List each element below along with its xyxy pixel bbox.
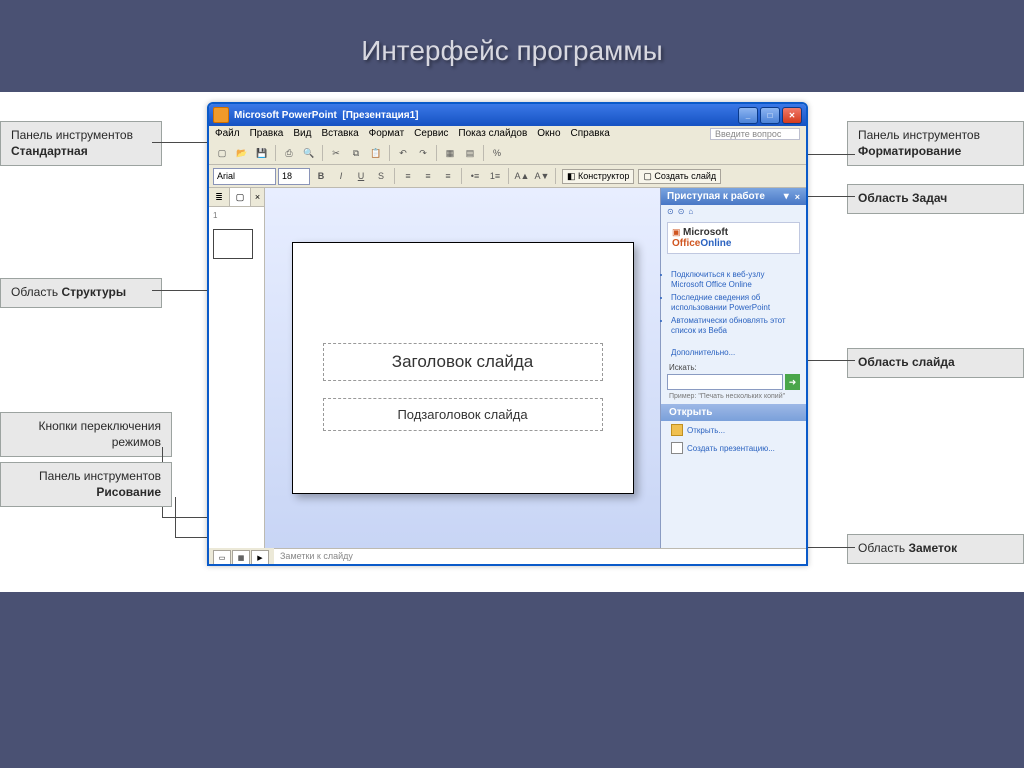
task-pane-header[interactable]: Приступая к работе ▾ × bbox=[661, 188, 806, 205]
redo-icon[interactable]: ↷ bbox=[414, 144, 432, 162]
cut-icon[interactable]: ✂ bbox=[327, 144, 345, 162]
app-icon bbox=[213, 107, 229, 123]
menu-format[interactable]: Формат bbox=[369, 128, 405, 140]
menu-window[interactable]: Окно bbox=[537, 128, 560, 140]
save-icon[interactable]: 💾 bbox=[253, 144, 271, 162]
menu-insert[interactable]: Вставка bbox=[321, 128, 358, 140]
open-file-link[interactable]: Открыть... bbox=[661, 421, 806, 439]
search-label: Искать: bbox=[661, 361, 806, 372]
font-size-box[interactable]: 18 bbox=[278, 168, 310, 185]
menu-view[interactable]: Вид bbox=[293, 128, 311, 140]
leader-line bbox=[175, 537, 210, 538]
tp-more-link[interactable]: Дополнительно... bbox=[661, 348, 806, 361]
align-right-icon[interactable]: ≡ bbox=[439, 167, 457, 185]
help-question-box[interactable]: Введите вопрос bbox=[710, 128, 800, 140]
slideshow-view-button[interactable]: ▶ bbox=[251, 550, 269, 566]
outline-tab-text[interactable]: ≣ bbox=[209, 188, 230, 206]
task-pane-search-input[interactable] bbox=[667, 374, 783, 390]
outline-tab-slides[interactable]: ▢ bbox=[230, 188, 251, 206]
callout-task-pane: Область Задач bbox=[847, 184, 1024, 214]
copy-icon[interactable]: ⧉ bbox=[347, 144, 365, 162]
title-bar[interactable]: Microsoft PowerPoint [Презентация1] _ □ … bbox=[209, 104, 806, 126]
outline-tab-close[interactable]: × bbox=[251, 188, 264, 206]
leader-line bbox=[152, 142, 207, 143]
task-pane-nav[interactable]: ⊙⊙⌂ bbox=[661, 205, 806, 218]
title-text: Microsoft PowerPoint [Презентация1] bbox=[234, 110, 736, 121]
office-online-box[interactable]: ▣ MicrosoftOfficeOnline bbox=[667, 222, 800, 254]
new-icon[interactable]: ▢ bbox=[213, 144, 231, 162]
tp-link[interactable]: Автоматически обновлять этот список из В… bbox=[671, 316, 796, 336]
search-go-button[interactable]: ➜ bbox=[785, 374, 800, 390]
leader-line bbox=[162, 517, 212, 518]
shadow-icon[interactable]: S bbox=[372, 167, 390, 185]
slide-thumbnail[interactable] bbox=[213, 229, 253, 259]
underline-icon[interactable]: U bbox=[352, 167, 370, 185]
callout-standard-toolbar: Панель инструментовСтандартная bbox=[0, 121, 162, 166]
preview-icon[interactable]: 🔍 bbox=[300, 144, 318, 162]
diagram-canvas: Панель инструментовСтандартная Область С… bbox=[0, 92, 1024, 592]
chart-icon[interactable]: ▦ bbox=[441, 144, 459, 162]
standard-toolbar: ▢ 📂 💾 ⎙ 🔍 ✂ ⧉ 📋 ↶ ↷ ▦ ▤ % bbox=[209, 142, 806, 165]
slide-canvas[interactable]: Заголовок слайда Подзаголовок слайда bbox=[292, 242, 634, 494]
callout-outline-area: Область Структуры bbox=[0, 278, 162, 308]
callout-view-buttons: Кнопки переключениярежимов bbox=[0, 412, 172, 457]
work-area: ≣ ▢ × 1 Заголовок слайда Подзаголовок сл… bbox=[209, 188, 806, 548]
powerpoint-window: Microsoft PowerPoint [Презентация1] _ □ … bbox=[207, 102, 808, 566]
italic-icon[interactable]: I bbox=[332, 167, 350, 185]
open-icon[interactable]: 📂 bbox=[233, 144, 251, 162]
outline-pane[interactable]: ≣ ▢ × 1 bbox=[209, 188, 265, 548]
menu-file[interactable]: Файл bbox=[215, 128, 240, 140]
leader-line bbox=[175, 497, 176, 537]
close-button[interactable]: ✕ bbox=[782, 107, 802, 124]
folder-icon bbox=[671, 424, 683, 436]
bold-icon[interactable]: B bbox=[312, 167, 330, 185]
bullets-icon[interactable]: •≡ bbox=[466, 167, 484, 185]
task-pane-links: Подключиться к веб-узлу Microsoft Office… bbox=[661, 267, 806, 339]
font-name-box[interactable]: Arial bbox=[213, 168, 276, 185]
menu-edit[interactable]: Правка bbox=[250, 128, 284, 140]
tp-link[interactable]: Подключиться к веб-узлу Microsoft Office… bbox=[671, 270, 796, 290]
increase-font-icon[interactable]: A▲ bbox=[513, 167, 531, 185]
new-presentation-link[interactable]: Создать презентацию... bbox=[661, 439, 806, 457]
table-icon[interactable]: ▤ bbox=[461, 144, 479, 162]
subtitle-placeholder[interactable]: Подзаголовок слайда bbox=[323, 398, 603, 431]
align-center-icon[interactable]: ≡ bbox=[419, 167, 437, 185]
normal-view-button[interactable]: ▭ bbox=[213, 550, 231, 566]
callout-formatting-toolbar: Панель инструментовФорматирование bbox=[847, 121, 1024, 166]
minimize-button[interactable]: _ bbox=[738, 107, 758, 124]
menu-bar: Файл Правка Вид Вставка Формат Сервис По… bbox=[209, 126, 806, 142]
print-icon[interactable]: ⎙ bbox=[280, 144, 298, 162]
leader-line bbox=[800, 196, 855, 197]
new-slide-button[interactable]: ▢ Создать слайд bbox=[638, 169, 721, 184]
search-example: Пример: "Печать нескольких копий" bbox=[661, 392, 806, 404]
task-pane-close-icon[interactable]: × bbox=[795, 192, 800, 202]
notes-pane[interactable]: Заметки к слайду bbox=[274, 548, 806, 566]
slide-area[interactable]: Заголовок слайда Подзаголовок слайда bbox=[265, 188, 660, 548]
title-placeholder[interactable]: Заголовок слайда bbox=[323, 343, 603, 381]
undo-icon[interactable]: ↶ bbox=[394, 144, 412, 162]
align-left-icon[interactable]: ≡ bbox=[399, 167, 417, 185]
task-pane-open-header: Открыть bbox=[661, 404, 806, 421]
view-buttons: ▭ ▦ ▶ bbox=[209, 548, 274, 566]
task-pane: Приступая к работе ▾ × ⊙⊙⌂ ▣ MicrosoftOf… bbox=[660, 188, 806, 548]
menu-help[interactable]: Справка bbox=[571, 128, 610, 140]
menu-slideshow[interactable]: Показ слайдов bbox=[458, 128, 527, 140]
formatting-toolbar: Arial 18 B I U S ≡ ≡ ≡ •≡ 1≡ A▲ A▼ ◧ Кон… bbox=[209, 165, 806, 188]
decrease-font-icon[interactable]: A▼ bbox=[533, 167, 551, 185]
callout-slide-area: Область слайда bbox=[847, 348, 1024, 378]
thumb-number: 1 bbox=[213, 211, 217, 220]
callout-drawing-toolbar: Панель инструментовРисование bbox=[0, 462, 172, 507]
numbering-icon[interactable]: 1≡ bbox=[486, 167, 504, 185]
tp-link[interactable]: Последние сведения об использовании Powe… bbox=[671, 293, 796, 313]
menu-tools[interactable]: Сервис bbox=[414, 128, 448, 140]
zoom-icon[interactable]: % bbox=[488, 144, 506, 162]
callout-notes-area: Область Заметок bbox=[847, 534, 1024, 564]
paste-icon[interactable]: 📋 bbox=[367, 144, 385, 162]
page-title: Интерфейс программы bbox=[0, 0, 1024, 92]
designer-button[interactable]: ◧ Конструктор bbox=[562, 169, 634, 184]
sorter-view-button[interactable]: ▦ bbox=[232, 550, 250, 566]
maximize-button[interactable]: □ bbox=[760, 107, 780, 124]
new-doc-icon bbox=[671, 442, 683, 454]
